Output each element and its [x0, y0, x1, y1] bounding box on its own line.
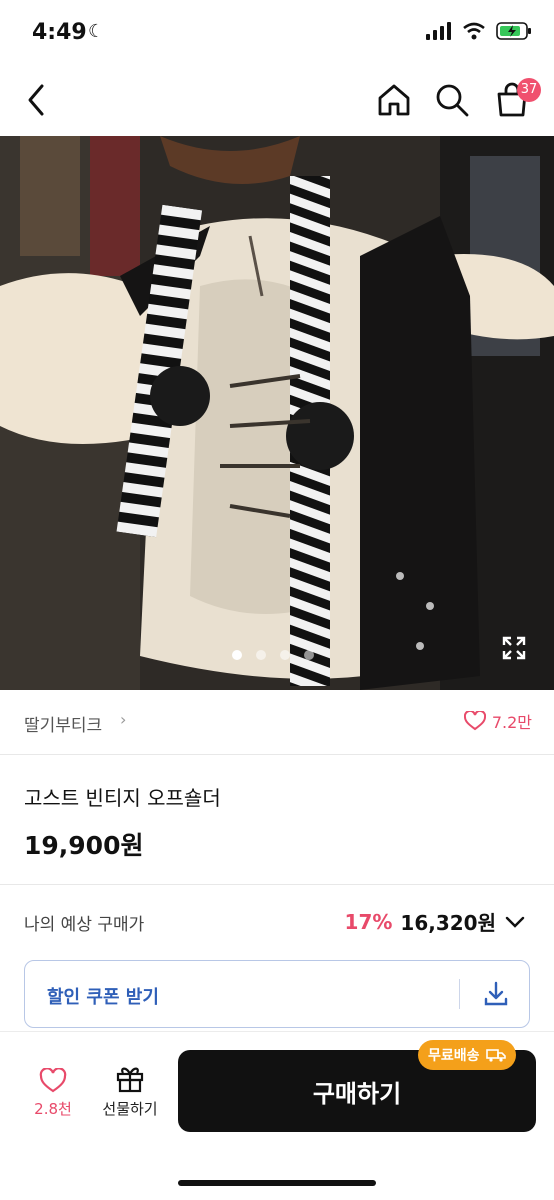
expected-price-label: 나의 예상 구매가 [24, 915, 145, 935]
seller-row[interactable]: 딸기부티크 › 7.2만 [0, 690, 554, 755]
seller-like[interactable]: 7.2만 [463, 709, 532, 733]
chevron-down-icon[interactable] [504, 915, 526, 929]
seller-name[interactable]: 딸기부티크 [24, 711, 102, 736]
download-icon[interactable] [481, 979, 511, 1009]
seller-like-count: 7.2만 [491, 713, 532, 732]
free-shipping-badge: 무료배송 [418, 1040, 516, 1070]
status-bar: 4:49 ☾ [0, 0, 554, 68]
truck-icon [485, 1049, 506, 1062]
heart-icon [463, 711, 486, 731]
gift-label: 선물하기 [102, 1100, 158, 1118]
moon-icon: ☾ [88, 21, 105, 42]
battery-icon [496, 22, 531, 40]
pagination-dot[interactable] [304, 650, 314, 660]
gift-icon [116, 1067, 144, 1093]
expected-discount: 17% [344, 909, 393, 934]
like-button[interactable]: 2.8천 [28, 1067, 78, 1119]
image-pagination[interactable] [232, 650, 314, 660]
back-arrow-icon[interactable] [18, 78, 58, 122]
product-title: 고스트 빈티지 오프숄더 [24, 786, 221, 810]
bottom-action-bar: 2.8천 선물하기 구매하기 무료배송 [0, 1032, 554, 1200]
top-nav [0, 68, 554, 136]
expand-icon[interactable] [500, 634, 528, 662]
wifi-icon [463, 22, 485, 40]
expected-price-value: 16,320원 [400, 911, 496, 935]
gift-button[interactable]: 선물하기 [96, 1062, 164, 1119]
coupon-separator [459, 979, 460, 1009]
heart-icon [39, 1067, 67, 1093]
expected-price[interactable]: 17% 16,320원 [345, 907, 526, 936]
cart-count-badge: 37 [517, 78, 541, 102]
pagination-dot[interactable] [256, 650, 266, 660]
status-icons [426, 22, 532, 40]
coupon-label: 할인 쿠폰 받기 [47, 987, 159, 1008]
home-icon[interactable] [374, 80, 414, 120]
coupon-button[interactable]: 할인 쿠폰 받기 [24, 960, 530, 1028]
product-photo-illustration [0, 136, 554, 690]
pagination-dot[interactable] [280, 650, 290, 660]
product-image[interactable] [0, 136, 554, 690]
status-time: 4:49 [32, 20, 87, 45]
divider [0, 884, 554, 885]
pagination-dot[interactable] [232, 650, 242, 660]
search-icon[interactable] [432, 80, 472, 120]
chevron-right-icon: › [120, 710, 127, 729]
product-price: 19,900원 [24, 831, 144, 860]
like-count: 2.8천 [34, 1100, 72, 1118]
signal-icon [426, 22, 451, 40]
free-shipping-label: 무료배송 [428, 1048, 480, 1064]
home-indicator [178, 1180, 376, 1186]
